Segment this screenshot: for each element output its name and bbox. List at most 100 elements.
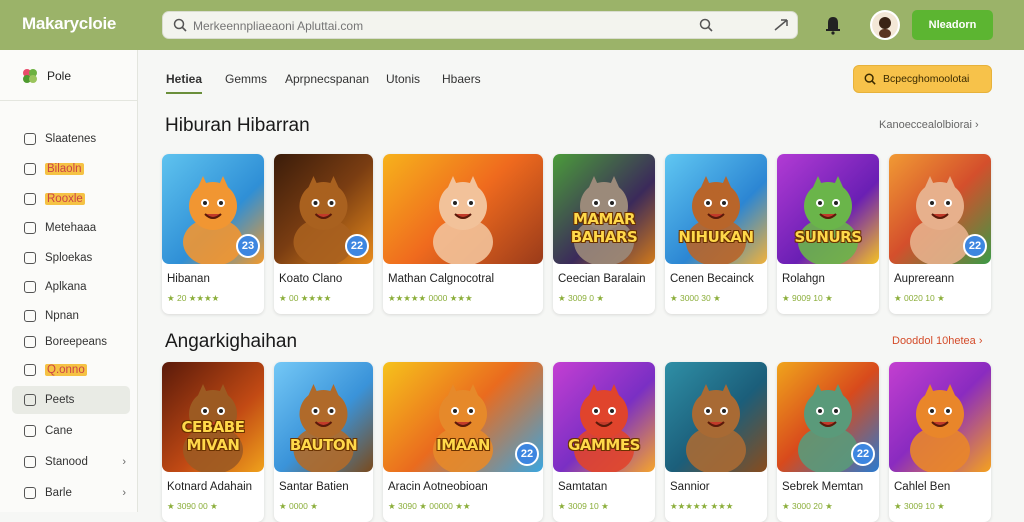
sidebar-item-label: Stanood [45, 456, 88, 468]
app-thumbnail[interactable]: 22 [889, 154, 991, 264]
count-badge: 22 [963, 234, 987, 258]
sidebar-item[interactable]: Barle › [12, 479, 130, 507]
sidebar-item-label: Boreepeans [45, 336, 108, 348]
app-card[interactable]: MAMAR BAHARS Ceecian Baralain ★ 3009 0 ★ [553, 154, 655, 314]
sidebar-item[interactable]: Boreepeans [12, 328, 130, 356]
app-thumbnail[interactable]: GAMMES [553, 362, 655, 472]
character-illustration [183, 384, 243, 472]
character-illustration [293, 384, 354, 472]
app-card[interactable]: CEBABE MIVAN Kotnard Adahain ★ 3090 00 ★ [162, 362, 264, 522]
app-logo[interactable]: Makarycloie [22, 14, 116, 34]
app-card[interactable]: BAUTON Santar Batien ★ 0000 ★ [274, 362, 373, 522]
app-card[interactable]: 22 Koato Clano ★ 00 ★★★★ [274, 154, 373, 314]
notification-icon[interactable] [824, 15, 842, 35]
chevron-right-icon: › [122, 487, 126, 499]
sidebar-home-label: Pole [47, 69, 72, 83]
app-rating: ★ 3090 ★ 00000 ★★ [388, 501, 471, 511]
app-card[interactable]: NIHUKAN Cenen Becainck ★ 3000 30 ★ [665, 154, 767, 314]
tab[interactable]: Gemms [225, 72, 267, 94]
sidebar-item-label: Sploekas [45, 252, 93, 264]
thumbnail-caption: CEBABE MIVAN [181, 418, 245, 454]
app-name: Mathan Calgnocotral [388, 273, 495, 285]
avatar[interactable] [870, 10, 900, 40]
search-bar[interactable] [162, 11, 798, 39]
thumbnail-caption: BAUTON [289, 436, 358, 454]
app-card[interactable]: SUNURS Rolahgn ★ 9009 10 ★ [777, 154, 879, 314]
app-rating: ★ 3000 30 ★ [670, 293, 721, 303]
see-all-link[interactable]: Dooddol 10hetea › [892, 335, 983, 347]
app-thumbnail[interactable]: MAMAR BAHARS [553, 154, 655, 264]
app-rating: ★ 20 ★★★★ [167, 293, 220, 303]
app-thumbnail[interactable]: 22 [777, 362, 879, 472]
share-icon[interactable] [773, 17, 789, 33]
app-thumbnail[interactable]: CEBABE MIVAN [162, 362, 264, 472]
app-rating: ★ 9009 10 ★ [782, 293, 833, 303]
sidebar-item[interactable]: Stanood › [12, 448, 130, 476]
app-rating: ★ 3009 10 ★ [894, 501, 945, 511]
section-title: Angarkighaihan [165, 331, 298, 352]
app-thumbnail[interactable] [889, 362, 991, 472]
app-thumbnail[interactable]: NIHUKAN [665, 154, 767, 264]
app-card[interactable]: Sannior ★★★★★ ★★★ [665, 362, 767, 522]
sidebar-item-icon [24, 222, 36, 234]
search-input[interactable] [193, 16, 693, 36]
app-name: Auprereann [894, 273, 955, 285]
app-thumbnail[interactable]: SUNURS [777, 154, 879, 264]
app-card[interactable]: IMAAN 22 Aracin Aotneobioan ★ 3090 ★ 00000 … [383, 362, 543, 522]
tab[interactable]: Hetiea [166, 72, 203, 94]
search-submit-icon[interactable] [699, 18, 713, 32]
sidebar-item[interactable]: Peets [12, 386, 130, 414]
sidebar-item-icon [24, 133, 36, 145]
search-icon [864, 73, 876, 85]
app-thumbnail[interactable]: IMAAN 22 [383, 362, 543, 472]
sidebar-home[interactable]: Pole [22, 68, 71, 84]
app-card[interactable]: GAMMES Samtatan ★ 3009 10 ★ [553, 362, 655, 522]
sidebar-item[interactable]: Q.onno [12, 356, 130, 384]
sidebar-item[interactable]: Rooxle [12, 185, 130, 213]
sidebar-item-label: Npnan [45, 310, 79, 322]
character-illustration [574, 176, 634, 264]
tab[interactable]: Utonis [386, 72, 420, 94]
app-name: Rolahgn [782, 273, 825, 285]
sidebar-item-label: Cane [45, 425, 73, 437]
app-thumbnail[interactable]: 23 [162, 154, 264, 264]
app-name: Cenen Becainck [670, 273, 754, 285]
app-name: Sannior [670, 481, 710, 493]
sidebar-item-icon [24, 193, 36, 205]
sidebar-item-label: Aplkana [45, 281, 87, 293]
character-illustration [433, 176, 493, 264]
sidebar-item[interactable]: Metehaaa [12, 214, 130, 242]
tab[interactable]: Hbaers [442, 72, 481, 94]
primary-action-button[interactable]: Nleadorn [912, 10, 993, 40]
app-rating: ★★★★★ ★★★ [670, 501, 734, 511]
sidebar: Pole Slaatenes Bilaoln Rooxle Metehaaa Sploe… [0, 50, 138, 512]
app-card[interactable]: 22 Sebrek Memtan ★ 3000 20 ★ [777, 362, 879, 522]
app-rating: ★ 0020 10 ★ [894, 293, 945, 303]
search-icon [173, 18, 187, 32]
sidebar-item[interactable]: Sploekas [12, 244, 130, 272]
app-card[interactable]: 22 Auprereann ★ 0020 10 ★ [889, 154, 991, 314]
sidebar-item[interactable]: Slaatenes [12, 125, 130, 153]
sidebar-item-icon [24, 456, 36, 468]
app-name: Kotnard Adahain [167, 481, 253, 493]
promo-button[interactable]: Bcpecghomoolotai [853, 65, 992, 93]
app-card[interactable]: 23 Hibanan ★ 20 ★★★★ [162, 154, 264, 314]
sidebar-item[interactable]: Aplkana [12, 273, 130, 301]
app-rating: ★ 3090 00 ★ [167, 501, 218, 511]
sidebar-item[interactable]: Cane [12, 417, 130, 445]
app-name: Santar Batien [279, 481, 349, 493]
sidebar-item-icon [24, 364, 36, 376]
app-thumbnail[interactable]: BAUTON [274, 362, 373, 472]
app-thumbnail[interactable]: 22 [274, 154, 373, 264]
app-thumbnail[interactable] [383, 154, 543, 264]
app-name: Cahlel Ben [894, 481, 951, 493]
app-thumbnail[interactable] [665, 362, 767, 472]
app-card[interactable]: Mathan Calgnocotral ★★★★★ 0000 ★★★ [383, 154, 543, 314]
sidebar-item[interactable]: Npnan [12, 302, 130, 330]
sidebar-item[interactable]: Bilaoln [12, 155, 130, 183]
see-all-link[interactable]: Kanoeccealolbiorai › [879, 119, 979, 131]
count-badge: 23 [236, 234, 260, 258]
app-card[interactable]: Cahlel Ben ★ 3009 10 ★ [889, 362, 991, 522]
app-name: Samtatan [558, 481, 608, 493]
tab[interactable]: Aprpnecspanan [285, 72, 369, 94]
